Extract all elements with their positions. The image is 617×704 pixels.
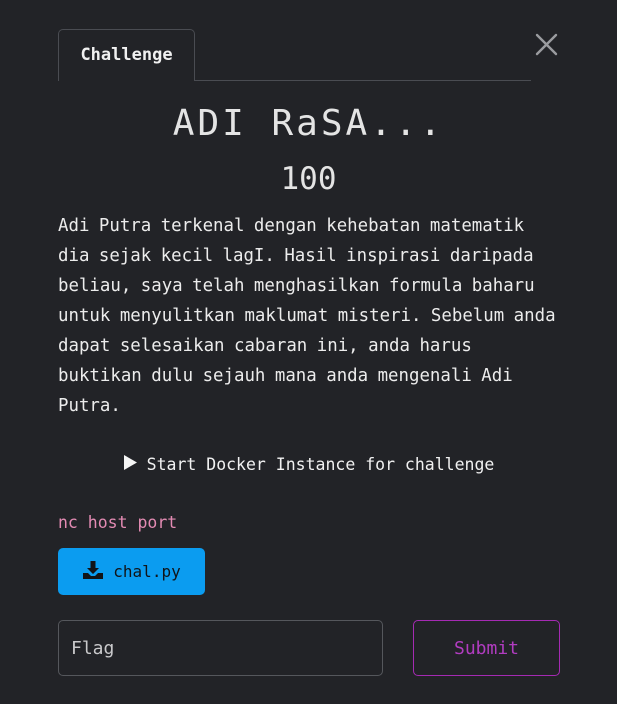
play-icon [123, 454, 138, 475]
tab-active-cover [59, 79, 194, 82]
tab-challenge[interactable]: Challenge [58, 29, 195, 80]
challenge-title: ADI RaSA... [172, 103, 445, 144]
connection-info: nc host port [58, 513, 178, 532]
download-file-button[interactable]: chal.py [58, 548, 205, 595]
flag-input[interactable] [58, 620, 383, 676]
submit-button[interactable]: Submit [413, 620, 560, 676]
tab-challenge-label: Challenge [80, 45, 173, 65]
close-icon[interactable] [531, 30, 561, 60]
close-button[interactable] [531, 30, 561, 60]
download-file-label: chal.py [113, 562, 181, 581]
challenge-modal: Challenge ADI RaSA... 100 Adi Putra terk… [0, 0, 617, 704]
start-docker-button[interactable]: Start Docker Instance for challenge [0, 450, 617, 478]
challenge-description: Adi Putra terkenal dengan kehebatan mate… [58, 216, 556, 416]
challenge-points: 100 [280, 161, 337, 197]
download-icon [82, 560, 104, 584]
start-docker-label: Start Docker Instance for challenge [146, 454, 495, 474]
